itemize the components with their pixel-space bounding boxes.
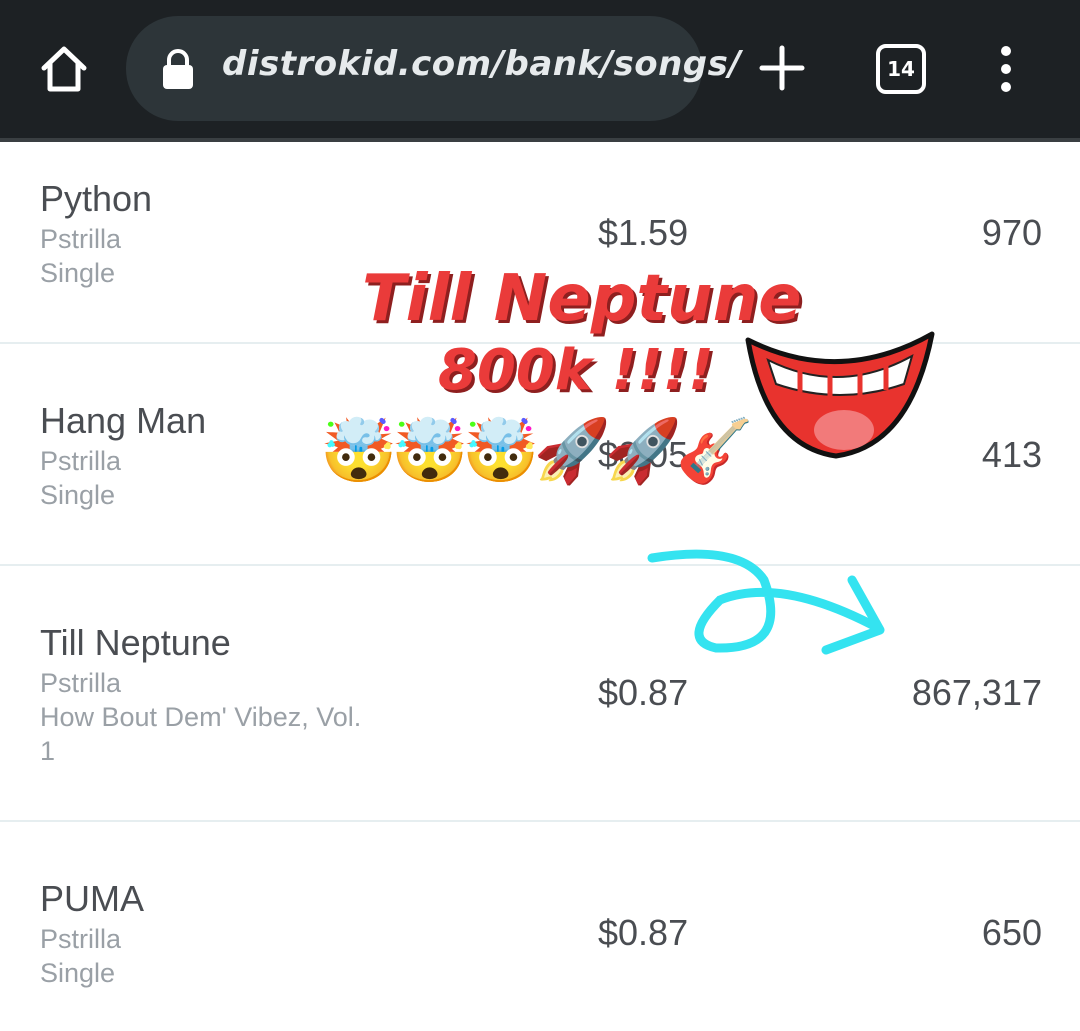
song-streams: 413 <box>981 434 1042 475</box>
song-artist: Pstrilla <box>40 224 122 254</box>
song-title: PUMA <box>40 878 145 919</box>
song-title: Python <box>40 178 153 219</box>
tabs-icon[interactable]: 14 <box>876 44 926 94</box>
song-streams: 970 <box>981 212 1042 253</box>
song-title: Till Neptune <box>40 622 231 663</box>
song-artist: Pstrilla <box>40 668 122 698</box>
song-earnings: $1.59 <box>598 212 689 253</box>
song-release: Single <box>40 480 116 510</box>
more-vert-icon[interactable] <box>994 44 1018 94</box>
lock-icon <box>163 49 193 89</box>
song-row[interactable]: Till Neptune Pstrilla How Bout Dem' Vibe… <box>0 566 1080 822</box>
song-release: Single <box>40 258 116 288</box>
song-artist: Pstrilla <box>40 446 122 476</box>
song-release: Single <box>40 958 116 988</box>
plus-icon[interactable] <box>758 44 806 92</box>
song-title: Hang Man <box>40 400 207 441</box>
song-artist: Pstrilla <box>40 924 122 954</box>
song-release: How Bout Dem' Vibez, Vol. 1 <box>40 702 362 766</box>
song-earnings: $0.05 <box>598 434 689 475</box>
song-earnings: $0.87 <box>598 912 689 953</box>
url-text: distrokid.com/bank/songs/ <box>222 44 742 84</box>
song-streams: 867,317 <box>911 672 1042 713</box>
address-bar[interactable]: distrokid.com/bank/songs/ <box>126 16 741 121</box>
song-row[interactable]: Hang Man Pstrilla Single $0.05 413 <box>0 344 1080 566</box>
browser-toolbar: distrokid.com/bank/songs/ 14 <box>0 0 1080 142</box>
song-row[interactable]: Python Pstrilla Single $1.59 970 <box>0 146 1080 344</box>
song-row[interactable]: PUMA Pstrilla Single $0.87 650 <box>0 822 1080 1031</box>
song-streams: 650 <box>981 912 1042 953</box>
song-earnings: $0.87 <box>598 672 689 713</box>
tab-count: 14 <box>887 57 915 81</box>
home-icon[interactable] <box>38 44 90 94</box>
